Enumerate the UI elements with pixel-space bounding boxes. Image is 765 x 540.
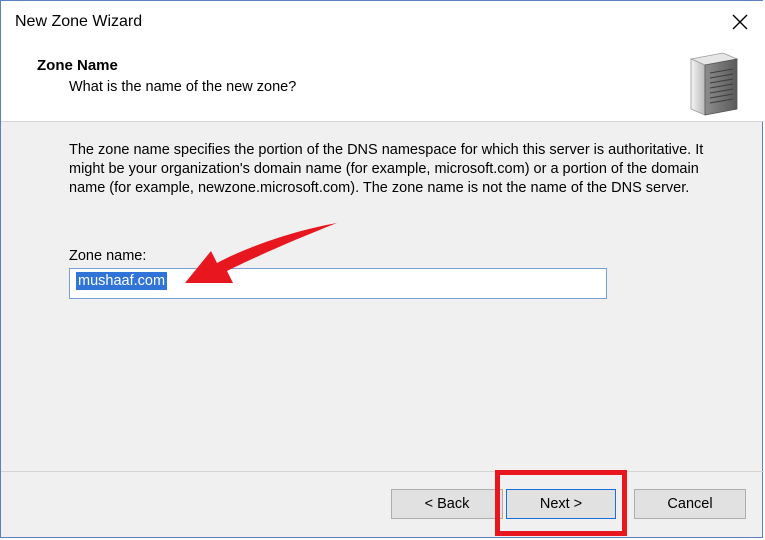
zone-name-value: mushaaf.com [76, 272, 168, 290]
red-arrow-annotation [185, 223, 337, 283]
back-button[interactable]: < Back [391, 489, 503, 519]
close-icon [732, 14, 748, 30]
title-bar: New Zone Wizard [1, 1, 764, 45]
zone-name-label: Zone name: [69, 248, 147, 264]
window-title: New Zone Wizard [15, 13, 143, 30]
page-subtitle: What is the name of the new zone? [69, 79, 297, 95]
wizard-window: New Zone Wizard Zone Name What is the na… [0, 0, 764, 538]
next-button[interactable]: Next > [506, 489, 616, 519]
cancel-button[interactable]: Cancel [634, 489, 746, 519]
close-button[interactable] [722, 7, 758, 37]
zone-description: The zone name specifies the portion of t… [69, 142, 704, 196]
footer-divider [1, 471, 764, 472]
page-title: Zone Name [37, 57, 118, 74]
wizard-header: Zone Name What is the name of the new zo… [1, 45, 764, 122]
server-icon [689, 52, 739, 116]
